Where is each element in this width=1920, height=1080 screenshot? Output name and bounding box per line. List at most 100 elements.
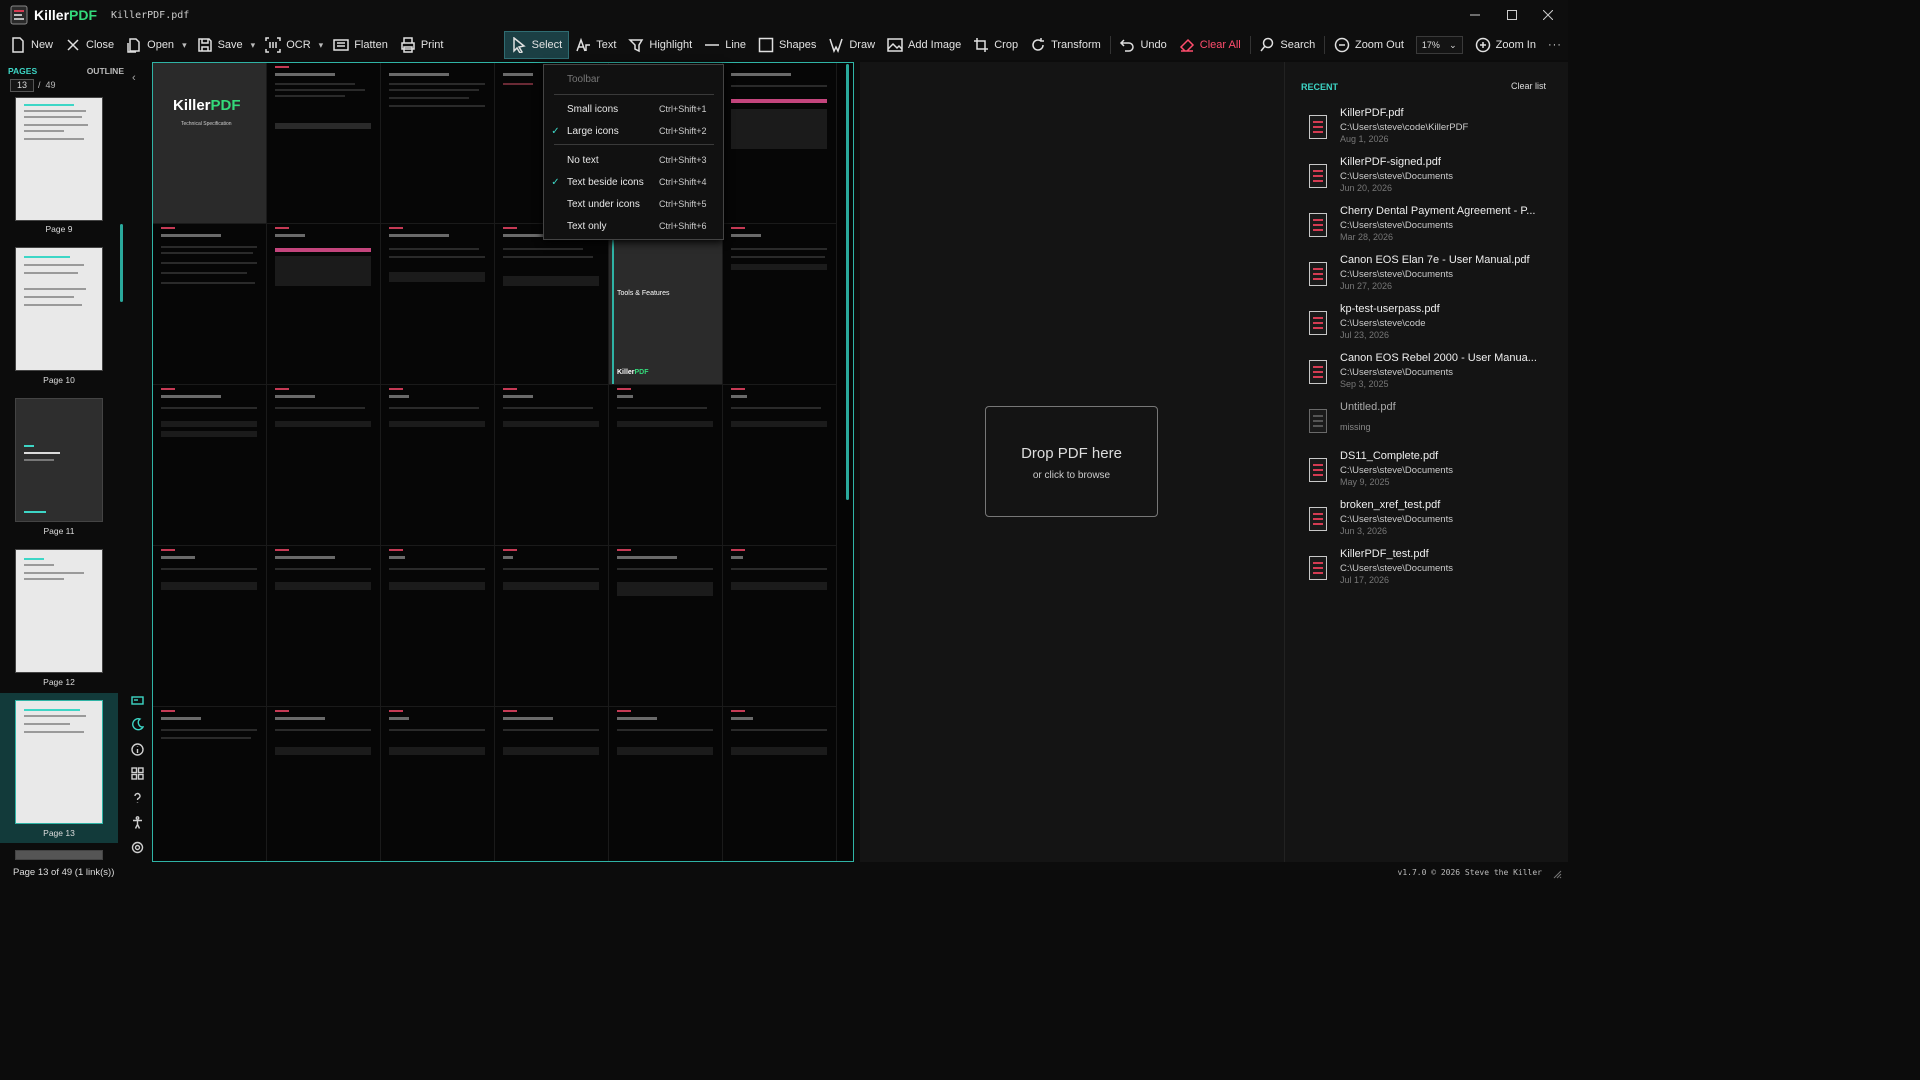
grid-page[interactable]	[267, 224, 381, 385]
resize-grip-icon[interactable]	[1553, 870, 1562, 879]
grid-page[interactable]	[495, 224, 609, 385]
grid-page[interactable]	[153, 224, 267, 385]
minimize-button[interactable]	[1455, 0, 1495, 30]
grid-page[interactable]	[153, 707, 267, 861]
more-options-button[interactable]: ···	[1542, 31, 1568, 59]
grid-page[interactable]	[267, 707, 381, 861]
maximize-button[interactable]	[1492, 0, 1532, 30]
grid-page[interactable]	[723, 707, 837, 861]
grid-page[interactable]	[495, 707, 609, 861]
sidebar-scrollbar[interactable]	[120, 224, 123, 302]
page-grid-view[interactable]: KillerPDF Technical Specification Tools …	[152, 62, 854, 862]
help-question-icon[interactable]	[128, 786, 146, 811]
grid-page[interactable]	[381, 224, 495, 385]
ocr-dropdown-chevron-icon[interactable]: ▾	[315, 40, 328, 51]
accessibility-icon[interactable]	[128, 811, 146, 836]
recent-file-item-missing[interactable]: Untitled.pdf missing	[1305, 401, 1555, 447]
recent-file-item[interactable]: DS11_Complete.pdf C:\Users\steve\Document…	[1305, 450, 1555, 496]
page-thumbnail-9[interactable]	[15, 97, 103, 221]
clear-list-button[interactable]: Clear list	[1511, 81, 1546, 91]
highlight-tool-button[interactable]: Highlight	[622, 31, 698, 59]
menu-item-large-icons[interactable]: ✓ Large icons Ctrl+Shift+2	[544, 121, 723, 141]
recent-file-status: missing	[1340, 422, 1371, 432]
shapes-tool-button[interactable]: Shapes	[752, 31, 822, 59]
grid-page[interactable]	[723, 546, 837, 707]
grid-page[interactable]	[609, 385, 723, 546]
grid-page[interactable]	[381, 707, 495, 861]
draw-tool-button[interactable]: Draw	[822, 31, 881, 59]
menu-item-small-icons[interactable]: Small icons Ctrl+Shift+1	[544, 99, 723, 119]
recent-file-item[interactable]: Canon EOS Rebel 2000 - User Manua... C:\U…	[1305, 352, 1555, 398]
open-dropdown-chevron-icon[interactable]: ▾	[178, 40, 191, 51]
drop-pdf-zone[interactable]: Drop PDF here or click to browse	[985, 406, 1158, 517]
recent-file-item[interactable]: KillerPDF.pdf C:\Users\steve\code\KillerP…	[1305, 107, 1555, 153]
toolbar-divider	[1249, 36, 1251, 54]
menu-item-text-beside-icons[interactable]: ✓ Text beside icons Ctrl+Shift+4	[544, 172, 723, 192]
grid-page[interactable]	[381, 546, 495, 707]
add-image-button[interactable]: Add Image	[881, 31, 967, 59]
menu-item-text-only[interactable]: Text only Ctrl+Shift+6	[544, 216, 723, 236]
grid-page[interactable]	[723, 224, 837, 385]
open-button[interactable]: Open	[120, 31, 180, 59]
grid-page-cover[interactable]: KillerPDF Technical Specification	[153, 63, 267, 224]
text-tool-button[interactable]: Text	[569, 31, 622, 59]
ocr-button[interactable]: OCR	[259, 31, 316, 59]
save-button[interactable]: Save	[191, 31, 249, 59]
moon-dark-mode-icon[interactable]	[128, 713, 146, 738]
new-button[interactable]: New	[4, 31, 59, 59]
menu-item-no-text[interactable]: No text Ctrl+Shift+3	[544, 150, 723, 170]
transform-tool-button[interactable]: Transform	[1024, 31, 1107, 59]
save-dropdown-chevron-icon[interactable]: ▾	[247, 40, 260, 51]
grid-page[interactable]	[723, 63, 837, 224]
grid-page[interactable]	[153, 546, 267, 707]
line-tool-button[interactable]: Line	[698, 31, 752, 59]
info-icon[interactable]	[128, 737, 146, 762]
grid-page[interactable]	[495, 546, 609, 707]
zoom-out-button[interactable]: Zoom Out	[1328, 31, 1410, 59]
recent-file-item[interactable]: Cherry Dental Payment Agreement - P... C:…	[1305, 205, 1555, 251]
collapse-sidebar-chevron-left-icon[interactable]: ‹	[132, 72, 136, 84]
thumbnails-view-icon[interactable]	[128, 688, 146, 713]
pdf-file-icon	[1309, 556, 1327, 580]
recent-file-item[interactable]: kp-test-userpass.pdf C:\Users\steve\code J…	[1305, 303, 1555, 349]
grid-page[interactable]	[609, 707, 723, 861]
zoom-in-button[interactable]: Zoom In	[1469, 31, 1542, 59]
grid-page[interactable]	[381, 385, 495, 546]
recent-file-item[interactable]: KillerPDF-signed.pdf C:\Users\steve\Docum…	[1305, 156, 1555, 202]
grid-scrollbar[interactable]	[846, 64, 849, 500]
undo-button[interactable]: Undo	[1113, 31, 1172, 59]
menu-item-text-under-icons[interactable]: Text under icons Ctrl+Shift+5	[544, 194, 723, 214]
page-thumbnail-12[interactable]	[15, 549, 103, 673]
recent-file-item[interactable]: broken_xref_test.pdf C:\Users\steve\Docum…	[1305, 499, 1555, 545]
clear-all-button[interactable]: Clear All	[1173, 31, 1247, 59]
grid-page-section[interactable]: Tools & Features KillerPDF	[609, 224, 723, 385]
page-thumbnail-11[interactable]	[15, 398, 103, 522]
grid-page[interactable]	[495, 385, 609, 546]
grid-page[interactable]	[609, 546, 723, 707]
zoom-level-select[interactable]: 17% ⌄	[1415, 36, 1463, 54]
tab-outline[interactable]: OUTLINE	[87, 66, 124, 76]
settings-gear-icon[interactable]	[128, 835, 146, 860]
grid-page[interactable]	[153, 385, 267, 546]
grid-page[interactable]	[267, 63, 381, 224]
recent-file-item[interactable]: KillerPDF_test.pdf C:\Users\steve\Documen…	[1305, 548, 1555, 594]
recent-file-item[interactable]: Canon EOS Elan 7e - User Manual.pdf C:\Us…	[1305, 254, 1555, 300]
close-window-button[interactable]	[1528, 0, 1568, 30]
flatten-button[interactable]: Flatten	[327, 31, 394, 59]
grid-view-icon[interactable]	[128, 762, 146, 787]
close-button[interactable]: Close	[59, 31, 120, 59]
menu-item-label: No text	[567, 154, 599, 166]
grid-page[interactable]	[381, 63, 495, 224]
grid-page[interactable]	[267, 546, 381, 707]
print-button[interactable]: Print	[394, 31, 450, 59]
page-thumbnail-10[interactable]	[15, 247, 103, 371]
page-thumbnail-13[interactable]	[15, 700, 103, 824]
page-thumbnail-14-partial[interactable]	[15, 850, 103, 860]
tab-pages[interactable]: PAGES	[8, 66, 37, 76]
select-tool-button[interactable]: Select	[503, 31, 570, 59]
grid-page[interactable]	[723, 385, 837, 546]
grid-page[interactable]	[267, 385, 381, 546]
search-button[interactable]: Search	[1253, 31, 1321, 59]
page-number-input[interactable]: 13	[10, 79, 34, 92]
crop-tool-button[interactable]: Crop	[967, 31, 1024, 59]
